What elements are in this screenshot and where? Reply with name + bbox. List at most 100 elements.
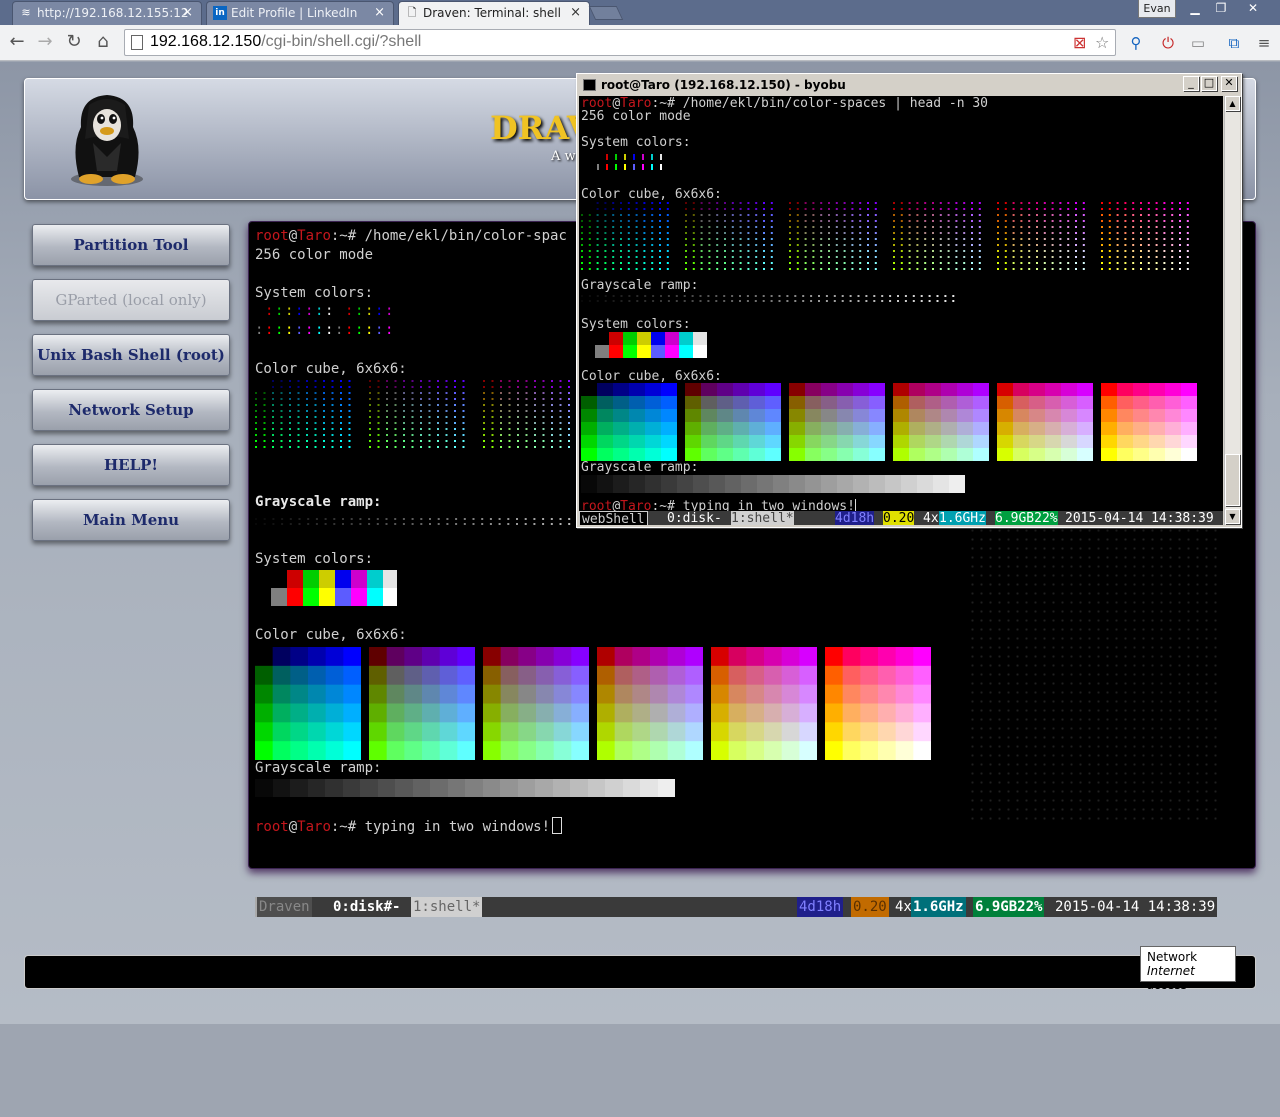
cube-dot [377,398,380,400]
gray-dot [833,300,836,302]
gray-step [933,475,949,493]
cube-dot [1186,250,1189,252]
extension-network-icon[interactable]: ⧉ [1224,33,1244,53]
status-window-0[interactable]: 0:disk#- [331,897,402,917]
cube-dot [828,232,830,234]
byobu-window[interactable]: root@Taro (192.168.12.150) - byobu _ □ ✕… [576,73,1242,528]
menu-bash-shell-button[interactable]: Unix Bash Shell (root) [32,334,230,376]
forward-icon[interactable]: → [34,31,56,53]
close-tab-icon[interactable]: × [374,2,385,24]
tab-linkedin[interactable]: in Edit Profile | LinkedIn × [206,1,394,25]
minimize-icon[interactable]: ▁ [1182,0,1208,18]
byobu-status-load: 0.20 [883,511,915,525]
byobu-terminal[interactable]: root@Taro:~# /home/ekl/bin/color-spaces … [579,96,1223,525]
cube-dot [804,268,807,270]
cast-icon[interactable]: ▭ [1188,33,1208,53]
cube-dot [828,262,830,264]
cube-dot [635,250,638,252]
close-tab-icon[interactable]: × [182,2,193,24]
status-window-1[interactable]: 1:shell* [411,897,483,917]
cube-dot [893,202,895,204]
cube-cell [842,647,861,667]
cube-cell [369,684,388,704]
menu-partition-tool-button[interactable]: Partition Tool [32,224,230,266]
scroll-up-icon[interactable]: ▲ [1225,96,1240,111]
tab-draven-terminal[interactable]: 🗋 Draven: Terminal: shell × [398,1,590,25]
cube-dot [314,398,317,400]
system-color-swatch [665,345,679,358]
gray-dot [904,295,907,297]
page-info-icon[interactable] [131,35,143,50]
reload-icon[interactable]: ↻ [63,31,85,53]
close-tab-icon[interactable]: × [570,2,581,24]
byobu-minimize-button[interactable]: _ [1183,76,1199,91]
cube-dot [708,268,711,270]
cube-cell [825,647,844,667]
cube-dot [403,404,405,406]
byobu-scrollbar[interactable]: ▲ ▼ [1224,96,1240,525]
address-bar[interactable]: 192.168.12.150/cgi-bin/shell.cgi/?shell … [124,29,1116,56]
home-icon[interactable]: ⌂ [92,31,114,53]
cube-cell [728,665,747,686]
menu-icon[interactable]: ≡ [1254,33,1274,53]
cube-cell [837,448,854,461]
close-window-icon[interactable]: ✕ [1238,0,1268,18]
system-color-swatch [609,332,623,345]
menu-help-button[interactable]: HELP! [32,444,230,486]
cube-dot [500,416,502,418]
cube-cell [909,383,926,397]
cube-dot [947,250,950,252]
cube-dot [770,232,773,234]
extension-search-off-icon[interactable]: ⚲ [1126,33,1146,53]
cube-cell [909,435,926,449]
cube-dot [289,398,291,400]
profile-button[interactable]: Evan [1138,0,1176,18]
cube-dot [596,232,599,234]
cube-cell [805,435,822,449]
byobu-status-window-0[interactable]: 0:disk- [667,511,722,525]
blocked-popup-icon[interactable]: ⊠ [1073,33,1086,52]
cube-dot [1075,226,1077,228]
cube-cell [701,422,718,436]
cube-dot [454,440,456,442]
restore-icon[interactable]: ❐ [1208,0,1234,18]
cube-dot [491,410,494,412]
byobu-close-button[interactable]: ✕ [1221,76,1237,91]
back-icon[interactable]: ← [6,31,28,53]
cube-dot [331,392,334,394]
cube-dot [859,220,862,222]
gray-step [272,779,290,797]
cube-cell [343,722,361,742]
scroll-down-icon[interactable]: ▼ [1225,509,1240,524]
cube-cell [1181,435,1197,449]
system-color-swatch [303,588,319,606]
menu-main-menu-button[interactable]: Main Menu [32,499,230,541]
cube-dot [289,392,291,394]
cube-dot [1067,268,1070,270]
cube-dot [420,434,422,436]
bookmark-star-icon[interactable]: ☆ [1095,33,1109,52]
cube-dot [1075,202,1077,204]
byobu-maximize-button[interactable]: □ [1201,76,1217,91]
document-icon: 🗋 [407,6,417,19]
cube-dot [747,214,750,216]
cube-dot [804,208,807,210]
byobu-titlebar[interactable]: root@Taro (192.168.12.150) - byobu [579,76,1239,94]
new-tab-button[interactable] [588,6,624,20]
extension-stop-icon[interactable]: ⏻ [1158,33,1178,53]
cube-dot [755,256,758,258]
tab-wifi-page[interactable]: ≋ http://192.168.12.155:12 × [12,1,202,25]
cube-dot [297,422,300,424]
cube-dot [551,410,553,412]
cube-dot [874,268,877,270]
gray-dot [936,295,939,297]
scroll-thumb[interactable] [1225,454,1240,506]
cube-dot [559,428,562,430]
color-dot: : [265,304,274,319]
menu-network-setup-button[interactable]: Network Setup [32,389,230,431]
cube-cell [1013,448,1030,461]
cube-dot [635,208,638,210]
cube-dot [1124,244,1127,246]
byobu-status-window-1[interactable]: 1:shell* [731,511,794,525]
cube-dot [1059,262,1062,264]
